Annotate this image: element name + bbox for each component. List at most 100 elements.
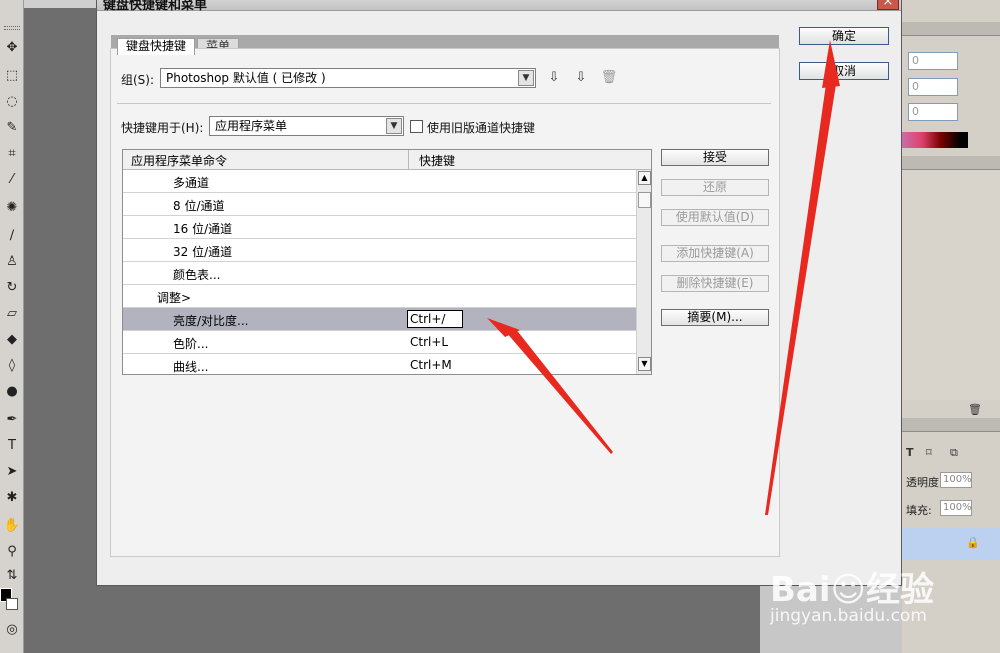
save-set-icon[interactable]: ⇩ [543, 69, 565, 87]
color-spectrum-black[interactable] [960, 132, 968, 148]
swatches-panel-header[interactable] [902, 156, 1000, 170]
delete-set-icon[interactable]: 🗑 [598, 69, 620, 87]
row-shortcut[interactable]: Ctrl+M [410, 358, 452, 372]
row-command: 8 位/通道 [173, 199, 225, 213]
move-tool-icon[interactable]: ✥ [2, 38, 22, 58]
set-dropdown[interactable]: Photoshop 默认值 ( 已修改 ) ▼ [160, 68, 536, 88]
fill-label: 填充: [906, 504, 932, 517]
dialog-title: 键盘快捷键和菜单 [103, 0, 208, 13]
keyboard-shortcuts-dialog: 键盘快捷键和菜单 × 键盘快捷键 菜单 组(S): Photoshop 默认值 … [96, 0, 902, 586]
layer-smart-icon[interactable]: ⧉ [950, 446, 958, 460]
path-select-tool-icon[interactable]: ➤ [2, 462, 22, 482]
brush-tool-icon[interactable]: ∕ [2, 226, 22, 246]
delete-shortcut-button[interactable]: 删除快捷键(E) [661, 275, 769, 292]
scrollbar-thumb[interactable] [638, 192, 651, 208]
eyedropper-tool-icon[interactable]: ⁄ [2, 170, 22, 190]
swatches-panel-body [902, 170, 1000, 400]
scroll-down-icon[interactable]: ▼ [638, 357, 651, 371]
opacity-input[interactable]: 100% [940, 472, 972, 488]
row-command: 多通道 [173, 176, 210, 190]
table-row[interactable]: 色阶... Ctrl+L [123, 331, 636, 354]
legacy-channel-label: 使用旧版通道快捷键 [427, 121, 536, 135]
shortcuts-for-value: 应用程序菜单 [215, 119, 288, 133]
table-row[interactable]: 调整> [123, 285, 636, 308]
row-command: 16 位/通道 [173, 222, 233, 236]
color-value-input-1[interactable]: 0 [908, 52, 958, 70]
tab-keyboard-shortcuts[interactable]: 键盘快捷键 [117, 38, 196, 55]
accept-button[interactable]: 接受 [661, 149, 769, 166]
summarize-button[interactable]: 摘要(M)... [661, 309, 769, 326]
table-header: 应用程序菜单命令 快捷键 [123, 150, 651, 170]
toolbar-grip[interactable] [4, 26, 20, 30]
column-header-shortcut[interactable]: 快捷键 [419, 152, 455, 169]
tools-panel: ✥ ⬚ ◌ ✎ ⌗ ⁄ ✺ ∕ ♙ ↻ ▱ ◆ ◊ ● ✒ T ➤ ✱ ✋ ⚲ … [0, 0, 24, 653]
layers-panel-header[interactable] [902, 418, 1000, 432]
table-row[interactable]: 32 位/通道 [123, 239, 636, 262]
lasso-tool-icon[interactable]: ◌ [2, 92, 22, 112]
undo-button[interactable]: 还原 [661, 179, 769, 196]
column-header-command[interactable]: 应用程序菜单命令 [131, 152, 227, 169]
quick-mask-icon[interactable]: ◎ [2, 620, 22, 640]
separator [117, 103, 771, 104]
chevron-down-icon[interactable]: ▼ [518, 70, 534, 86]
shortcuts-for-dropdown[interactable]: 应用程序菜单 ▼ [209, 116, 404, 136]
row-command: 色阶... [173, 337, 209, 351]
blur-tool-icon[interactable]: ◊ [2, 356, 22, 376]
chevron-down-icon[interactable]: ▼ [386, 118, 402, 134]
add-shortcut-button[interactable]: 添加快捷键(A) [661, 245, 769, 262]
table-scrollbar[interactable]: ▲ ▼ [636, 170, 651, 374]
table-row[interactable]: 多通道 [123, 170, 636, 193]
ok-button[interactable]: 确定 [799, 27, 889, 45]
save-set-as-icon[interactable]: ⇩ [570, 69, 592, 87]
type-tool-icon[interactable]: T [2, 436, 22, 456]
table-row-selected[interactable]: 亮度/对比度... Ctrl+/ [123, 308, 636, 331]
marquee-tool-icon[interactable]: ⬚ [2, 66, 22, 86]
baidu-watermark: Bai☺经验 jingyan.baidu.com [770, 548, 995, 633]
scroll-up-icon[interactable]: ▲ [638, 171, 651, 185]
set-label: 组(S): [121, 73, 155, 87]
pen-tool-icon[interactable]: ✒ [2, 410, 22, 430]
watermark-url: jingyan.baidu.com [770, 606, 927, 626]
legacy-channel-checkbox[interactable] [410, 120, 423, 133]
paint-bucket-tool-icon[interactable]: ◆ [2, 330, 22, 350]
layer-type-icon[interactable]: T [906, 446, 914, 459]
row-shortcut[interactable]: Ctrl+L [410, 335, 448, 349]
color-spectrum-bar[interactable] [902, 132, 960, 148]
close-button[interactable]: × [877, 0, 899, 10]
color-panel-header[interactable] [902, 22, 1000, 36]
shape-tool-icon[interactable]: ✱ [2, 488, 22, 508]
opacity-label: 透明度: [906, 476, 943, 489]
use-default-button[interactable]: 使用默认值(D) [661, 209, 769, 226]
cancel-button[interactable]: 取消 [799, 62, 889, 80]
color-value-input-2[interactable]: 0 [908, 78, 958, 96]
shortcut-edit-field[interactable]: Ctrl+/ [407, 310, 463, 328]
shortcut-table: 应用程序菜单命令 快捷键 多通道 8 位/通道 16 位/通道 32 位/通道 … [122, 149, 652, 375]
color-value-input-3[interactable]: 0 [908, 103, 958, 121]
row-command: 32 位/通道 [173, 245, 233, 259]
zoom-tool-icon[interactable]: ⚲ [2, 542, 22, 562]
row-command: 亮度/对比度... [173, 314, 249, 328]
table-row[interactable]: 颜色表... [123, 262, 636, 285]
row-command: 颜色表... [173, 268, 221, 282]
set-dropdown-value: Photoshop 默认值 ( 已修改 ) [166, 71, 326, 85]
eraser-tool-icon[interactable]: ▱ [2, 304, 22, 324]
table-row[interactable]: 曲线... Ctrl+M [123, 354, 636, 374]
healing-tool-icon[interactable]: ✺ [2, 198, 22, 218]
hand-tool-icon[interactable]: ✋ [2, 516, 22, 536]
quick-select-tool-icon[interactable]: ✎ [2, 118, 22, 138]
column-divider[interactable] [408, 150, 409, 170]
dodge-tool-icon[interactable]: ● [2, 382, 22, 402]
watermark-brand: Bai☺经验 [770, 570, 934, 610]
fill-input[interactable]: 100% [940, 500, 972, 516]
shortcuts-for-label: 快捷键用于(H): [121, 121, 204, 135]
background-color-swatch[interactable] [6, 598, 18, 610]
stamp-tool-icon[interactable]: ♙ [2, 252, 22, 272]
table-row[interactable]: 8 位/通道 [123, 193, 636, 216]
crop-tool-icon[interactable]: ⌗ [2, 144, 22, 164]
dialog-titlebar[interactable]: 键盘快捷键和菜单 × [97, 0, 901, 13]
history-brush-tool-icon[interactable]: ↻ [2, 278, 22, 298]
layer-transform-icon[interactable]: ⌑ [926, 446, 932, 459]
swap-colors-icon[interactable]: ⇅ [2, 566, 22, 586]
table-row[interactable]: 16 位/通道 [123, 216, 636, 239]
trash-icon[interactable]: 🗑 [968, 403, 982, 416]
